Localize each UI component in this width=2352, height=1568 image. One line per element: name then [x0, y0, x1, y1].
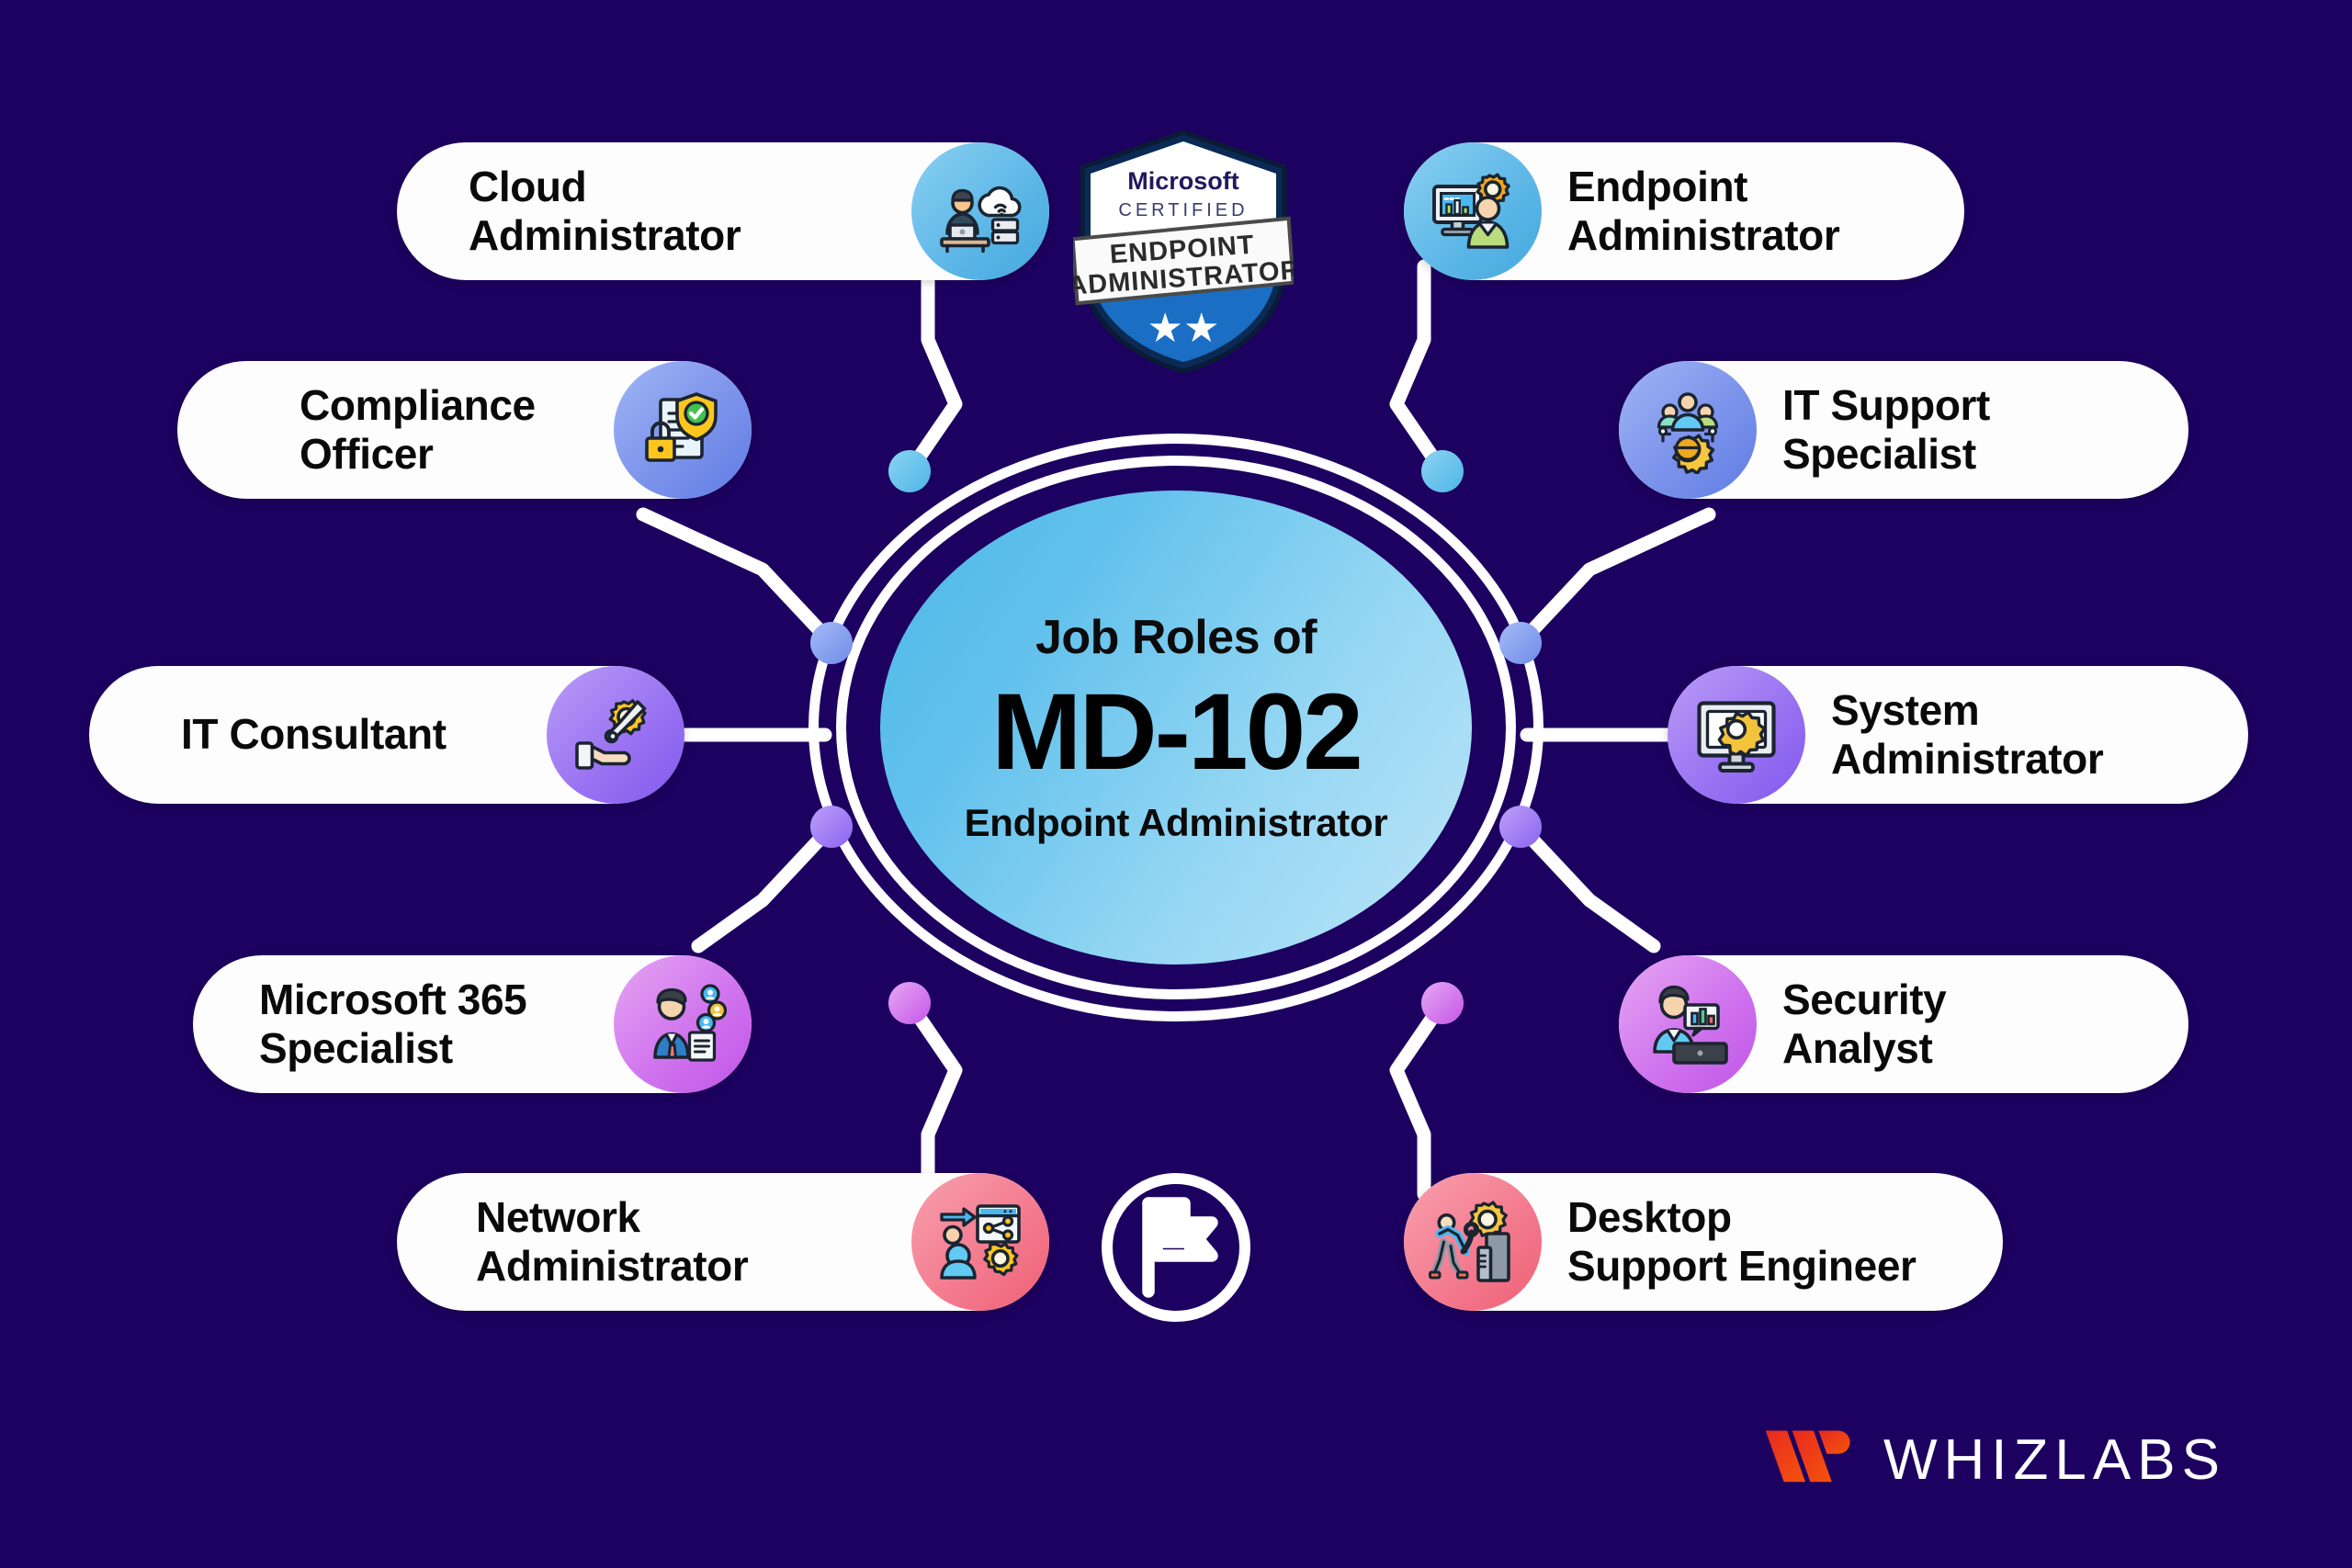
- role-label: Endpoint Administrator: [1567, 162, 1840, 259]
- role-label: IT Support Specialist: [1782, 380, 1990, 478]
- microsoft-certified-badge: Microsoft CERTIFIED ENDPOINT ADMINISTRAT…: [1067, 129, 1302, 377]
- node-mid-right: [1499, 622, 1542, 664]
- role-pill-microsoft-365-specialist[interactable]: Microsoft 365 Specialist: [193, 955, 752, 1093]
- desktop-support-icon: [1404, 1173, 1542, 1311]
- compliance-doc-lock-icon: [614, 361, 752, 499]
- role-pill-security-analyst[interactable]: Security Analyst: [1619, 955, 2188, 1093]
- badge-stars: ★★: [1148, 305, 1220, 352]
- hand-gear-wrench-icon: [547, 666, 684, 804]
- node-lower-right: [1499, 806, 1542, 848]
- role-label: Network Administrator: [476, 1192, 749, 1290]
- node-bottom-right: [1421, 982, 1464, 1024]
- hub-line-1: Job Roles of: [1035, 611, 1317, 664]
- network-share-gear-icon: [911, 1173, 1049, 1311]
- role-label: Security Analyst: [1782, 975, 1947, 1072]
- badge-certified: CERTIFIED: [1118, 200, 1248, 220]
- m365-specialist-icon: [614, 955, 752, 1093]
- node-mid-left: [810, 622, 853, 664]
- flag-in-circle-logo: [1093, 1165, 1259, 1330]
- hub-line-3: Endpoint Administrator: [964, 801, 1388, 844]
- node-top-left: [888, 450, 931, 492]
- node-bottom-left: [888, 982, 931, 1024]
- role-pill-it-support-specialist[interactable]: IT Support Specialist: [1619, 361, 2188, 499]
- role-pill-endpoint-administrator[interactable]: Endpoint Administrator: [1404, 142, 1964, 280]
- cloud-admin-icon: [911, 142, 1049, 280]
- role-label: Microsoft 365 Specialist: [259, 975, 527, 1072]
- role-pill-desktop-support-engineer[interactable]: Desktop Support Engineer: [1404, 1173, 2003, 1311]
- hub-line-2: MD-102: [991, 671, 1363, 793]
- role-label: Compliance Officer: [300, 380, 536, 478]
- role-label: IT Consultant: [181, 710, 447, 759]
- whizlabs-logo: WHIZLABS: [1764, 1422, 2226, 1497]
- role-label: Cloud Administrator: [469, 162, 741, 259]
- support-team-gear-icon: [1619, 361, 1757, 499]
- node-top-right: [1421, 450, 1464, 492]
- hub-core: Job Roles of MD-102 Endpoint Administrat…: [880, 491, 1472, 964]
- whizlabs-wordmark: WHIZLABS: [1883, 1427, 2226, 1492]
- role-pill-system-administrator[interactable]: System Administrator: [1668, 666, 2248, 804]
- node-lower-left: [810, 806, 853, 848]
- center-hub: Job Roles of MD-102 Endpoint Administrat…: [808, 434, 1544, 1021]
- role-pill-it-consultant[interactable]: IT Consultant: [89, 666, 684, 804]
- whizlabs-mark-icon: [1765, 1430, 1850, 1483]
- monitor-gear-icon: [1668, 666, 1805, 804]
- endpoint-monitor-gear-icon: [1404, 142, 1542, 280]
- security-analyst-icon: [1619, 955, 1757, 1093]
- infographic-canvas: Job Roles of MD-102 Endpoint Administrat…: [0, 0, 2352, 1568]
- role-pill-compliance-officer[interactable]: Compliance Officer: [177, 361, 752, 499]
- role-label: System Administrator: [1831, 685, 2104, 783]
- badge-brand: Microsoft: [1127, 167, 1239, 195]
- role-pill-network-administrator[interactable]: Network Administrator: [397, 1173, 1049, 1311]
- role-pill-cloud-administrator[interactable]: Cloud Administrator: [397, 142, 1049, 280]
- role-label: Desktop Support Engineer: [1567, 1192, 1917, 1290]
